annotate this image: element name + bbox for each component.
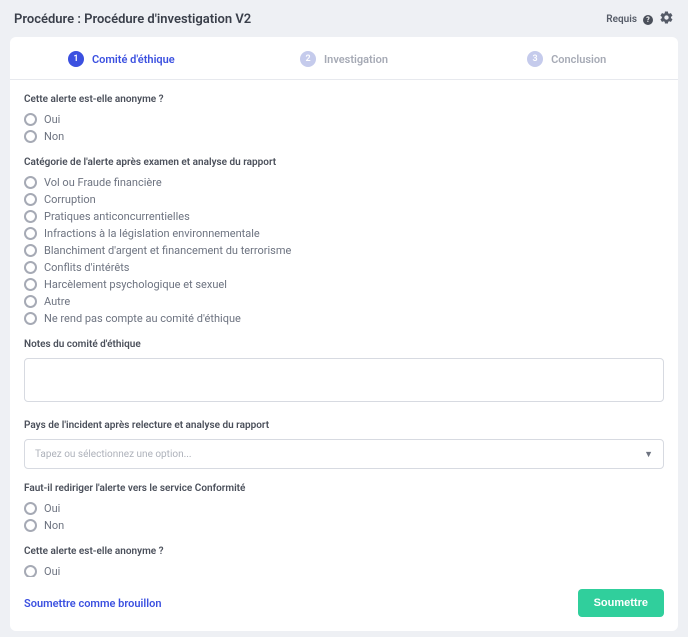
radio-option[interactable]: Ne rend pas compte au comité d'éthique xyxy=(24,312,664,325)
field-country: Pays de l'incident après relecture et an… xyxy=(24,420,664,469)
radio-text: Conflits d'intérêts xyxy=(44,261,129,274)
field-label: Cette alerte est-elle anonyme ? xyxy=(24,546,664,557)
radio-option[interactable]: Vol ou Fraude financière xyxy=(24,176,664,189)
field-label: Pays de l'incident après relecture et an… xyxy=(24,420,664,431)
radio-icon xyxy=(24,113,37,126)
page-header: Procédure : Procédure d'investigation V2… xyxy=(0,0,688,37)
radio-option[interactable]: Oui xyxy=(24,565,664,577)
radio-option[interactable]: Infractions à la législation environneme… xyxy=(24,227,664,240)
form-body: Cette alerte est-elle anonyme ? Oui Non … xyxy=(10,80,678,577)
radio-option[interactable]: Oui xyxy=(24,502,664,515)
submit-button[interactable]: Soumettre xyxy=(578,589,664,617)
field-label: Notes du comité d'éthique xyxy=(24,339,664,350)
radio-icon xyxy=(24,227,37,240)
radio-icon xyxy=(24,502,37,515)
notes-textarea[interactable] xyxy=(24,358,664,402)
requis-label: Requis xyxy=(606,14,637,25)
radio-icon xyxy=(24,295,37,308)
radio-text: Autre xyxy=(44,295,70,308)
radio-icon xyxy=(24,278,37,291)
step-num: 3 xyxy=(527,51,543,67)
radio-option[interactable]: Pratiques anticoncurrentielles xyxy=(24,210,664,223)
step-label: Comité d'éthique xyxy=(92,53,175,66)
step-label: Conclusion xyxy=(551,53,606,66)
radio-icon xyxy=(24,210,37,223)
radio-option[interactable]: Non xyxy=(24,130,664,143)
step-investigation[interactable]: 2 Investigation xyxy=(233,51,456,67)
radio-text: Blanchiment d'argent et financement du t… xyxy=(44,244,291,257)
radio-text: Corruption xyxy=(44,193,96,206)
radio-icon xyxy=(24,193,37,206)
country-select[interactable]: Tapez ou sélectionnez une option... ▼ xyxy=(24,439,664,469)
field-label: Catégorie de l'alerte après examen et an… xyxy=(24,157,664,168)
field-notes: Notes du comité d'éthique xyxy=(24,339,664,406)
radio-option[interactable]: Oui xyxy=(24,113,664,126)
field-label: Faut-il rediriger l'alerte vers le servi… xyxy=(24,483,664,494)
select-placeholder: Tapez ou sélectionnez une option... xyxy=(35,449,192,460)
radio-text: Non xyxy=(44,130,64,143)
radio-option[interactable]: Conflits d'intérêts xyxy=(24,261,664,274)
gear-icon[interactable] xyxy=(659,10,674,29)
radio-text: Vol ou Fraude financière xyxy=(44,176,162,189)
radio-option[interactable]: Autre xyxy=(24,295,664,308)
caret-down-icon: ▼ xyxy=(644,449,653,460)
card-footer: Soumettre comme brouillon Soumettre xyxy=(10,577,678,631)
field-anon1: Cette alerte est-elle anonyme ? Oui Non xyxy=(24,94,664,143)
radio-icon xyxy=(24,244,37,257)
page-title: Procédure : Procédure d'investigation V2 xyxy=(14,12,606,27)
stepper: 1 Comité d'éthique 2 Investigation 3 Con… xyxy=(10,37,678,80)
field-anon2: Cette alerte est-elle anonyme ? Oui Non … xyxy=(24,546,664,577)
field-redirect: Faut-il rediriger l'alerte vers le servi… xyxy=(24,483,664,532)
radio-icon xyxy=(24,176,37,189)
radio-option[interactable]: Non xyxy=(24,519,664,532)
radio-text: Infractions à la législation environneme… xyxy=(44,227,260,240)
radio-text: Harcèlement psychologique et sexuel xyxy=(44,278,227,291)
radio-icon xyxy=(24,519,37,532)
step-num: 2 xyxy=(300,51,316,67)
submit-draft-link[interactable]: Soumettre comme brouillon xyxy=(24,597,161,610)
form-card: 1 Comité d'éthique 2 Investigation 3 Con… xyxy=(10,37,678,631)
radio-option[interactable]: Harcèlement psychologique et sexuel xyxy=(24,278,664,291)
radio-text: Pratiques anticoncurrentielles xyxy=(44,210,190,223)
radio-icon xyxy=(24,312,37,325)
step-num: 1 xyxy=(68,51,84,67)
header-right: Requis xyxy=(606,10,674,29)
step-conclusion[interactable]: 3 Conclusion xyxy=(455,51,678,67)
step-comite[interactable]: 1 Comité d'éthique xyxy=(10,51,233,67)
field-label: Cette alerte est-elle anonyme ? xyxy=(24,94,664,105)
radio-icon xyxy=(24,565,37,577)
radio-text: Ne rend pas compte au comité d'éthique xyxy=(44,312,241,325)
radio-icon xyxy=(24,130,37,143)
field-category: Catégorie de l'alerte après examen et an… xyxy=(24,157,664,325)
step-label: Investigation xyxy=(324,53,388,66)
info-icon[interactable] xyxy=(643,15,653,25)
radio-icon xyxy=(24,261,37,274)
radio-text: Non xyxy=(44,519,64,532)
radio-option[interactable]: Corruption xyxy=(24,193,664,206)
radio-text: Oui xyxy=(44,565,60,577)
radio-text: Oui xyxy=(44,113,60,126)
radio-option[interactable]: Blanchiment d'argent et financement du t… xyxy=(24,244,664,257)
radio-text: Oui xyxy=(44,502,60,515)
